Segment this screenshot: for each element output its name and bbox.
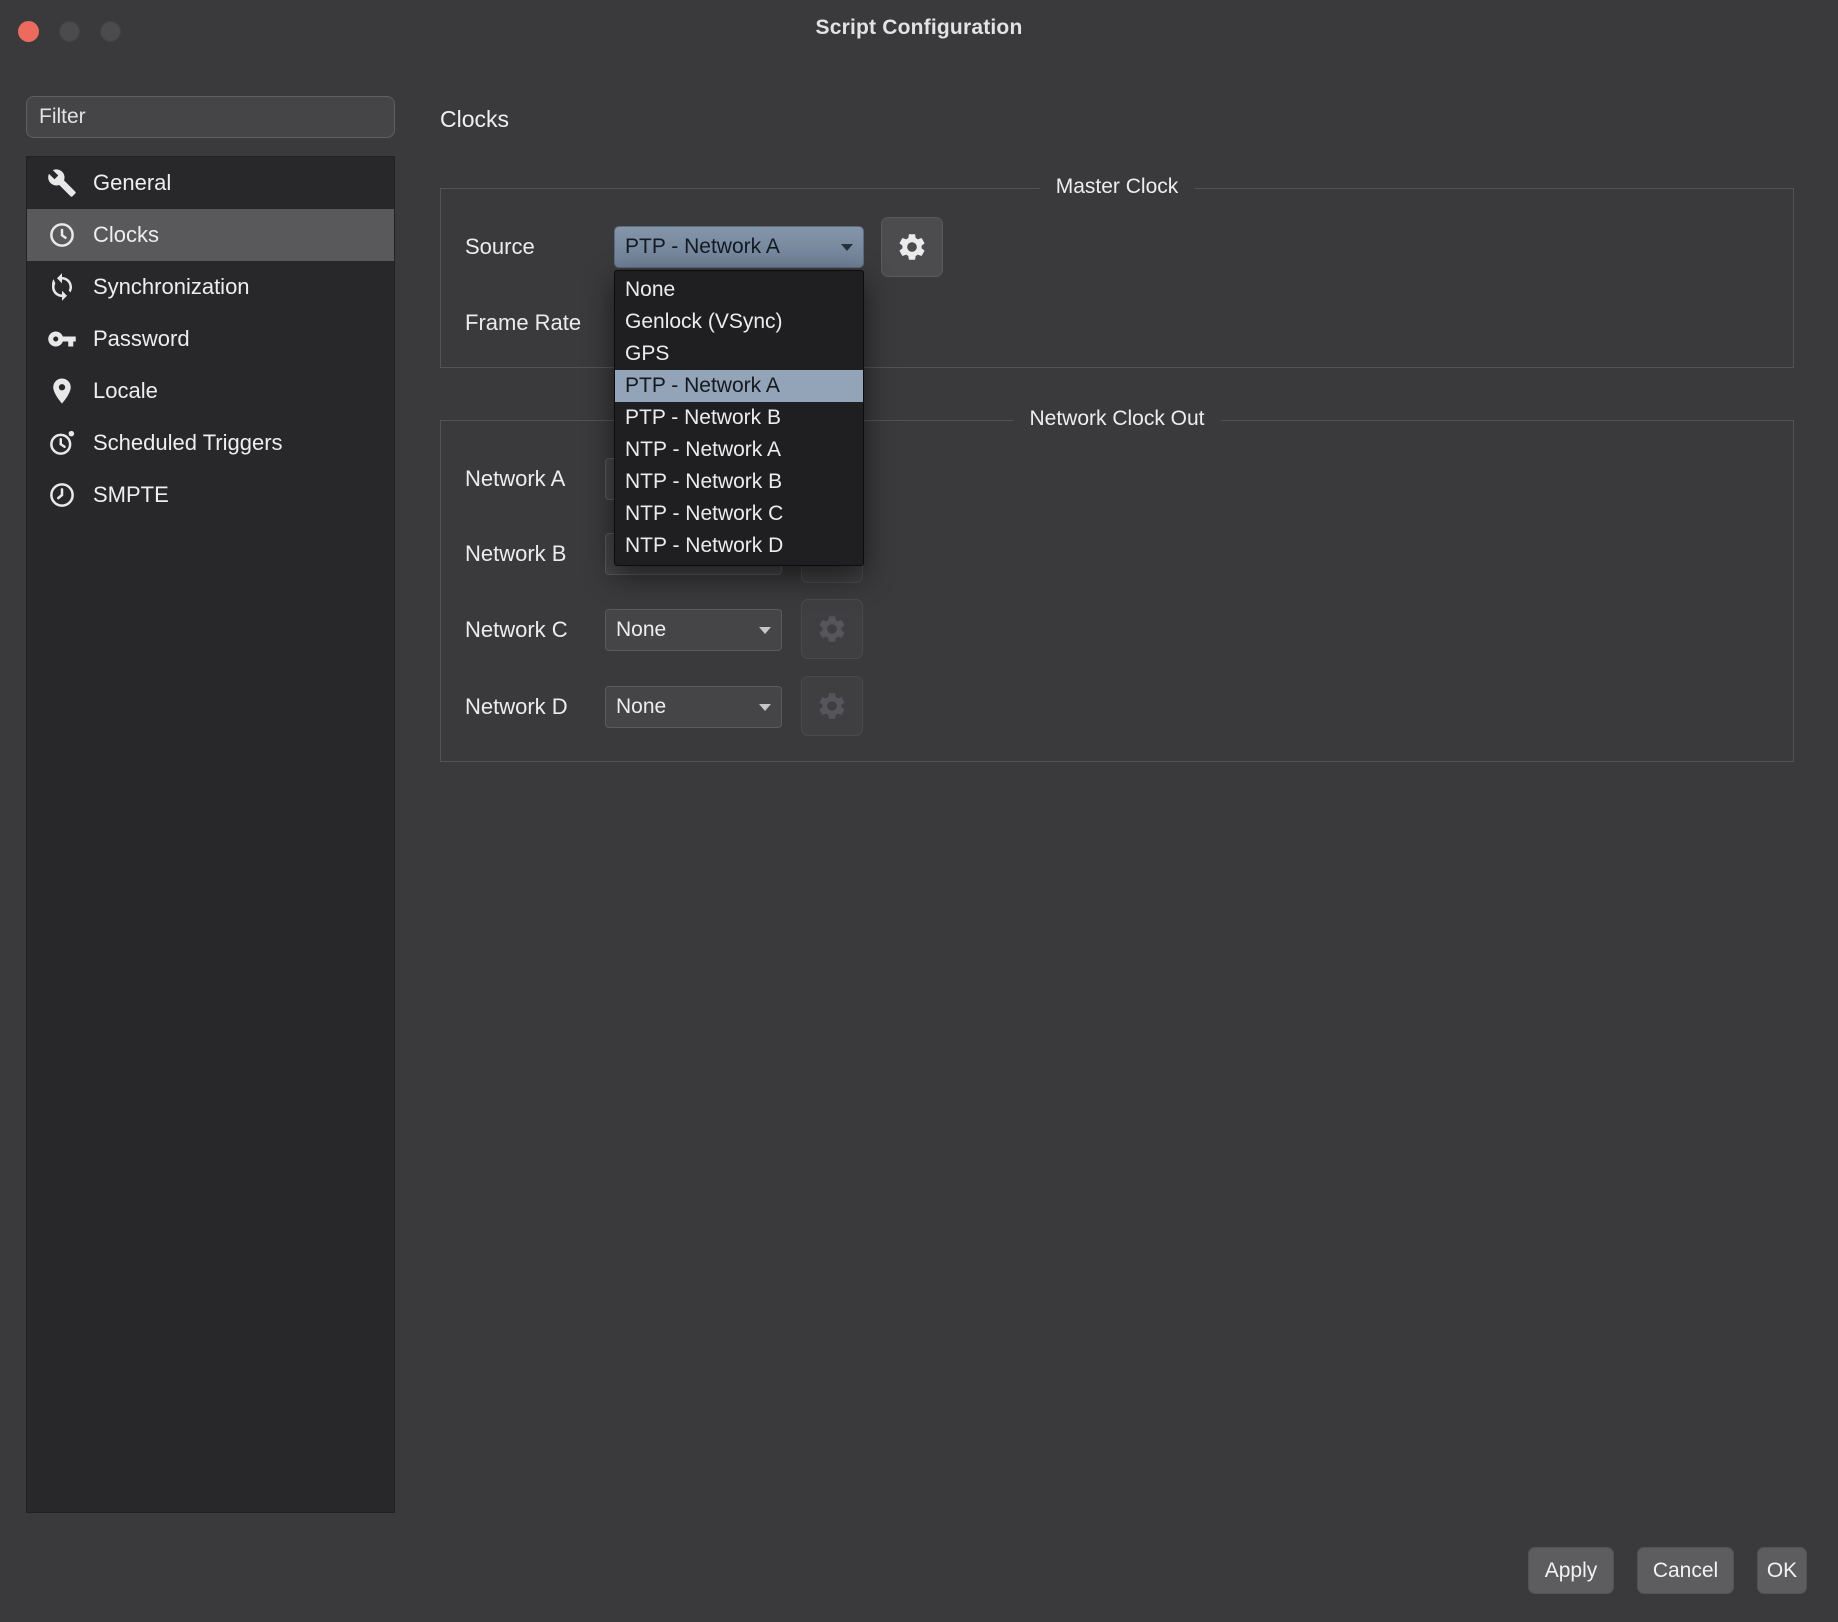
sidebar-item-label: Password — [93, 326, 190, 352]
master-clock-legend: Master Clock — [1040, 175, 1195, 199]
sidebar-item-password[interactable]: Password — [27, 313, 394, 365]
key-icon — [47, 324, 77, 354]
network-c-dropdown-value: None — [616, 618, 666, 642]
clock-icon — [47, 220, 77, 250]
menu-option-gps[interactable]: GPS — [615, 338, 863, 370]
sidebar-item-label: Synchronization — [93, 274, 250, 300]
chevron-down-icon — [759, 627, 771, 634]
menu-option-ntp-network-d[interactable]: NTP - Network D — [615, 530, 863, 562]
menu-option-ntp-network-b[interactable]: NTP - Network B — [615, 466, 863, 498]
network-d-dropdown-value: None — [616, 695, 666, 719]
sidebar-item-smpte[interactable]: SMPTE — [27, 469, 394, 521]
page-title: Clocks — [440, 106, 509, 133]
gear-icon — [816, 690, 848, 722]
network-clock-out-legend: Network Clock Out — [1013, 407, 1220, 431]
network-c-label: Network C — [465, 609, 568, 651]
traffic-lights — [18, 21, 121, 42]
network-d-settings-button[interactable] — [801, 676, 863, 736]
source-dropdown-value: PTP - Network A — [625, 235, 780, 259]
menu-option-ntp-network-c[interactable]: NTP - Network C — [615, 498, 863, 530]
sidebar-item-label: SMPTE — [93, 482, 169, 508]
chevron-down-icon — [841, 244, 853, 251]
close-button[interactable] — [18, 21, 39, 42]
sidebar-item-label: Clocks — [93, 222, 159, 248]
sidebar-item-label: General — [93, 170, 171, 196]
titlebar: Script Configuration — [0, 0, 1838, 62]
network-d-dropdown[interactable]: None — [605, 686, 782, 728]
ok-button[interactable]: OK — [1757, 1547, 1807, 1594]
frame-rate-label: Frame Rate — [465, 302, 581, 344]
menu-option-ptp-network-a[interactable]: PTP - Network A — [615, 370, 863, 402]
source-settings-button[interactable] — [881, 217, 943, 277]
source-label: Source — [465, 226, 535, 268]
network-a-label: Network A — [465, 458, 565, 500]
sidebar-item-label: Scheduled Triggers — [93, 430, 283, 456]
filter-input[interactable] — [26, 96, 395, 138]
source-dropdown-menu: None Genlock (VSync) GPS PTP - Network A… — [614, 270, 864, 566]
network-c-dropdown[interactable]: None — [605, 609, 782, 651]
sync-icon — [47, 272, 77, 302]
gear-icon — [816, 613, 848, 645]
sidebar-item-scheduled-triggers[interactable]: Scheduled Triggers — [27, 417, 394, 469]
zoom-button[interactable] — [100, 21, 121, 42]
menu-option-ptp-network-b[interactable]: PTP - Network B — [615, 402, 863, 434]
scheduled-clock-icon — [47, 428, 77, 458]
apply-button[interactable]: Apply — [1528, 1547, 1614, 1594]
wrench-icon — [47, 168, 77, 198]
menu-option-genlock-vsync[interactable]: Genlock (VSync) — [615, 306, 863, 338]
source-dropdown[interactable]: PTP - Network A — [614, 226, 864, 268]
sidebar-item-locale[interactable]: Locale — [27, 365, 394, 417]
sidebar-item-general[interactable]: General — [27, 157, 394, 209]
network-b-label: Network B — [465, 533, 566, 575]
sidebar-item-clocks[interactable]: Clocks — [27, 209, 394, 261]
sidebar: General Clocks Synchronization Password … — [26, 156, 395, 1513]
minimize-button[interactable] — [59, 21, 80, 42]
sidebar-item-label: Locale — [93, 378, 158, 404]
cancel-button[interactable]: Cancel — [1637, 1547, 1734, 1594]
chevron-down-icon — [759, 704, 771, 711]
pin-icon — [47, 376, 77, 406]
smpte-clock-icon — [47, 480, 77, 510]
script-configuration-window: Script Configuration General Clocks Sync… — [0, 0, 1838, 1622]
network-d-label: Network D — [465, 686, 568, 728]
sidebar-item-synchronization[interactable]: Synchronization — [27, 261, 394, 313]
gear-icon — [896, 231, 928, 263]
menu-option-ntp-network-a[interactable]: NTP - Network A — [615, 434, 863, 466]
window-title: Script Configuration — [816, 16, 1023, 40]
menu-option-none[interactable]: None — [615, 274, 863, 306]
network-c-settings-button[interactable] — [801, 599, 863, 659]
